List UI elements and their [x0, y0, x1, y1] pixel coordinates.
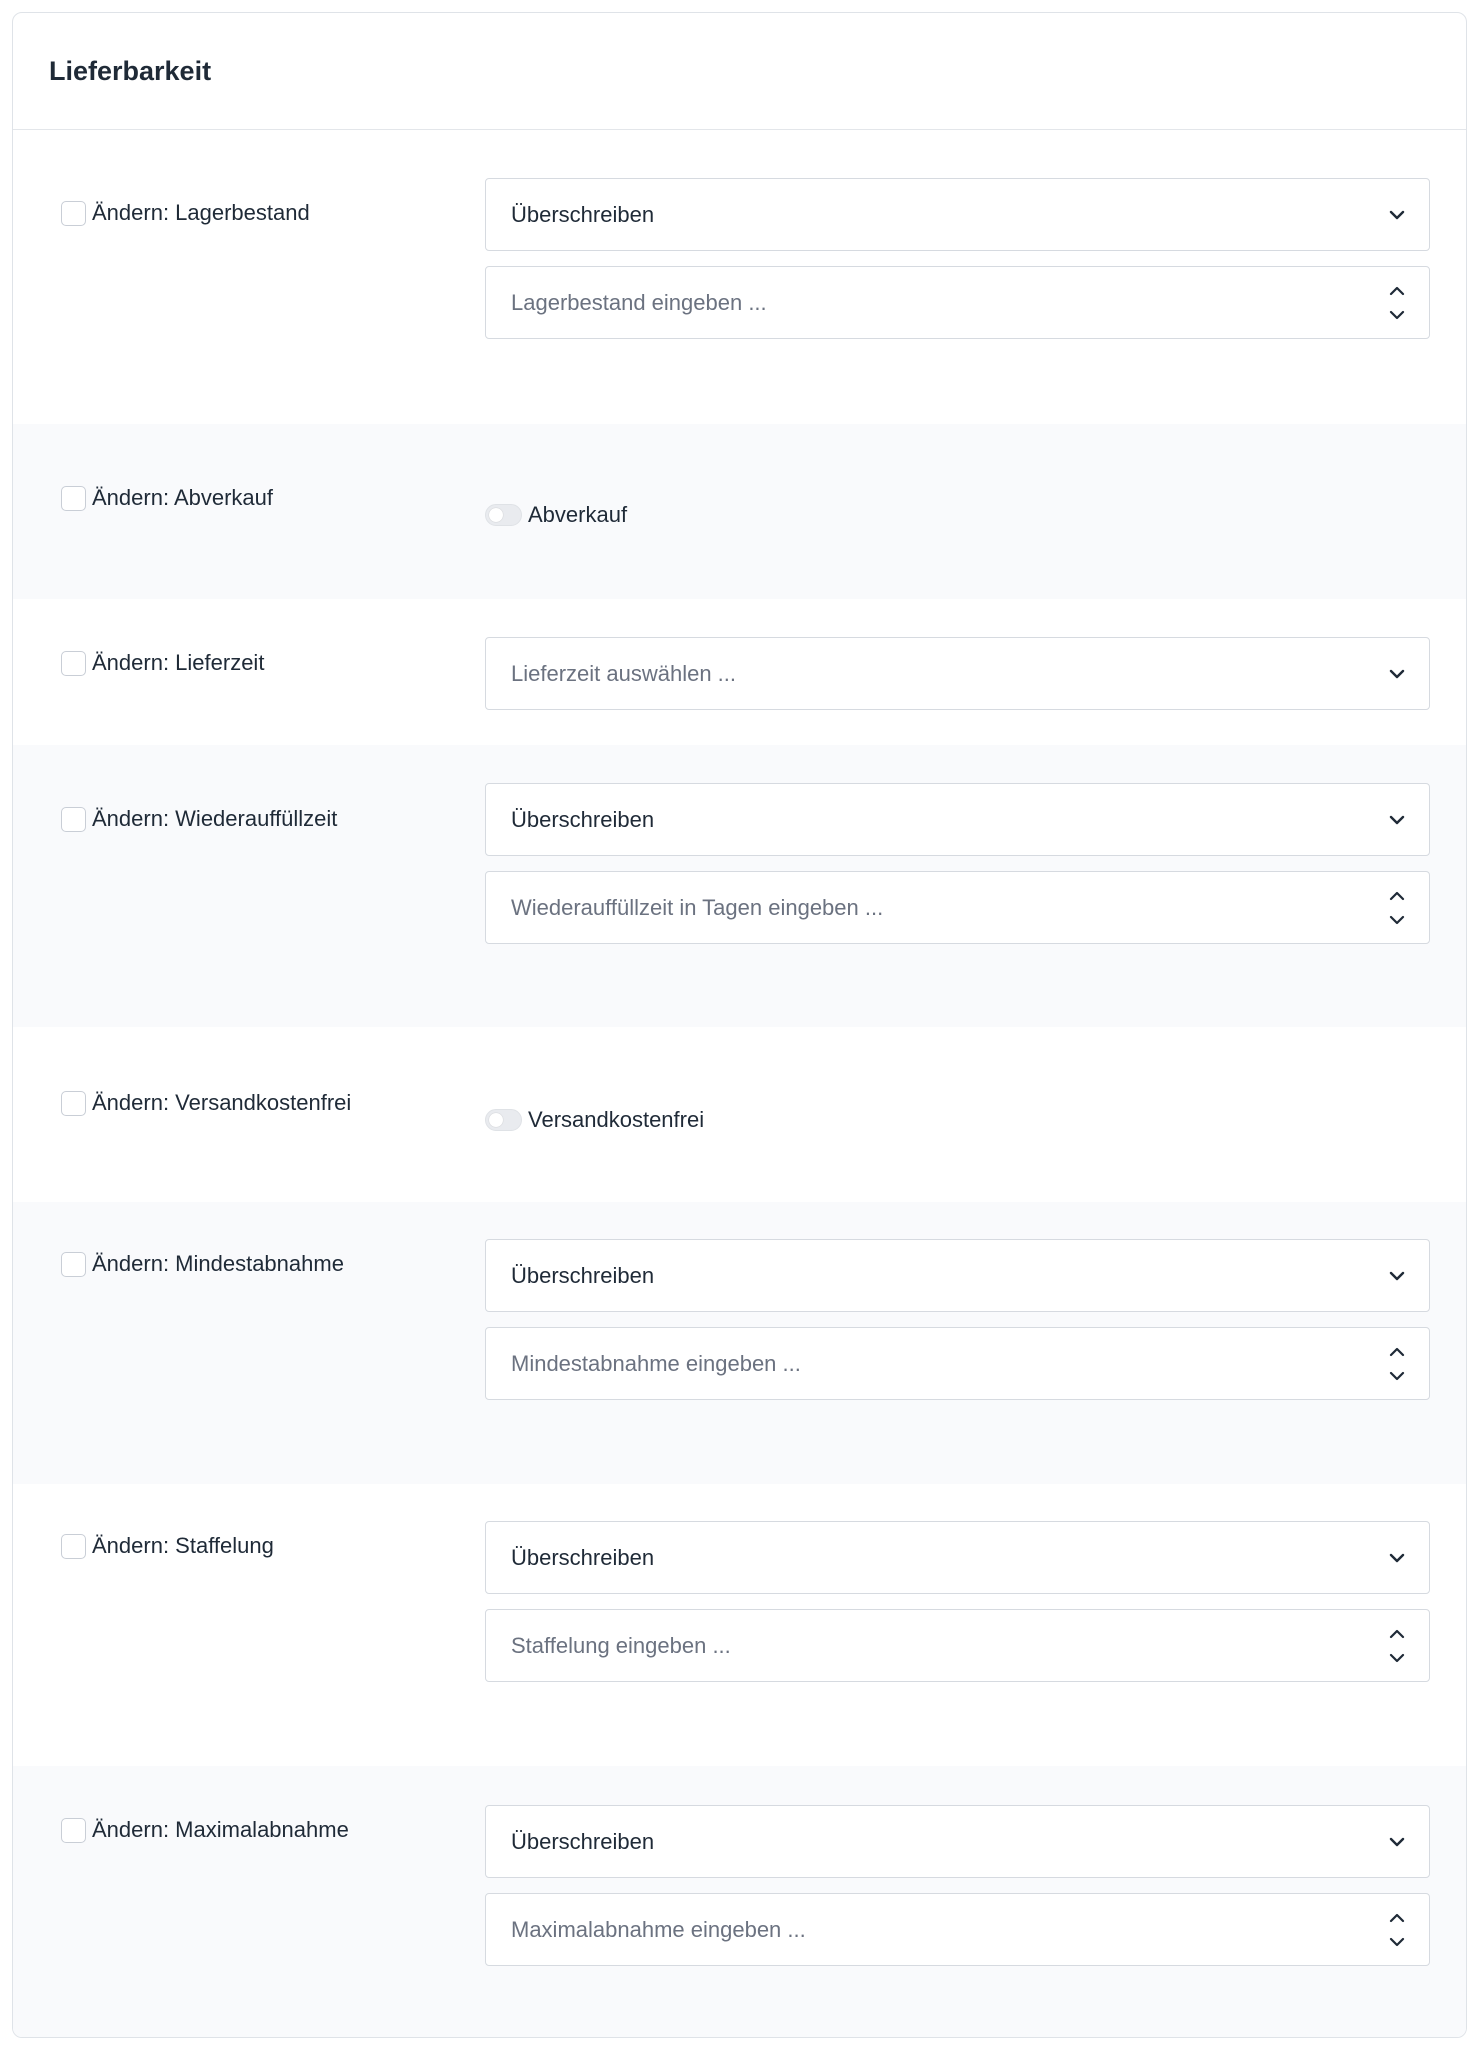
stock-mode-select[interactable]: Überschreiben — [485, 178, 1430, 251]
graduation-placeholder: Staffelung eingeben ... — [511, 1632, 731, 1658]
min-purchase-placeholder: Mindestabnahme eingeben ... — [511, 1350, 801, 1376]
change-stock-checkbox[interactable] — [61, 200, 86, 226]
delivery-time-select[interactable]: Lieferzeit auswählen ... — [485, 637, 1430, 710]
clearance-switch-label: Abverkauf — [528, 502, 628, 527]
restock-time-mode-value: Überschreiben — [511, 806, 655, 832]
row-maximalabnahme: Ändern: Maximalabnahme Überschreiben Max… — [13, 1766, 1466, 2037]
change-delivery-time-toggle[interactable]: Ändern: Lieferzeit — [61, 649, 264, 677]
restock-time-mode-select[interactable]: Überschreiben — [485, 783, 1430, 856]
row-lagerbestand: Ändern: Lagerbestand Überschreiben Lager… — [13, 131, 1466, 424]
row-abverkauf: Ändern: Abverkauf Abverkauf — [13, 424, 1466, 599]
card-title: Lieferbarkeit — [49, 56, 212, 86]
max-purchase-mode-select[interactable]: Überschreiben — [485, 1805, 1430, 1878]
stepper-arrows-icon[interactable] — [1385, 1620, 1409, 1672]
card-header: Lieferbarkeit — [13, 13, 1466, 130]
change-max-purchase-label: Ändern: Maximalabnahme — [92, 1817, 349, 1842]
row-versandkostenfrei: Ändern: Versandkostenfrei Versandkostenf… — [13, 1027, 1466, 1202]
change-restock-time-toggle[interactable]: Ändern: Wiederauffüllzeit — [61, 805, 337, 833]
stepper-arrows-icon[interactable] — [1385, 882, 1409, 934]
chevron-down-icon — [1389, 1553, 1405, 1562]
change-stock-label: Ändern: Lagerbestand — [92, 200, 310, 225]
clearance-switch-wrap[interactable]: Abverkauf — [485, 501, 627, 529]
change-graduation-label: Ändern: Staffelung — [92, 1533, 274, 1558]
change-graduation-checkbox[interactable] — [61, 1533, 86, 1559]
change-free-shipping-checkbox[interactable] — [61, 1090, 86, 1116]
min-purchase-mode-value: Überschreiben — [511, 1262, 655, 1288]
row-lieferzeit: Ändern: Lieferzeit Lieferzeit auswählen … — [13, 599, 1466, 745]
change-delivery-time-checkbox[interactable] — [61, 650, 86, 676]
clearance-switch[interactable] — [485, 504, 522, 526]
row-mindestabnahme: Ändern: Mindestabnahme Überschreiben Min… — [13, 1202, 1466, 1484]
graduation-mode-value: Überschreiben — [511, 1544, 655, 1570]
stock-mode-value: Überschreiben — [511, 201, 655, 227]
change-delivery-time-label: Ändern: Lieferzeit — [92, 650, 265, 675]
chevron-down-icon — [1389, 1271, 1405, 1280]
free-shipping-switch-wrap[interactable]: Versandkostenfrei — [485, 1106, 704, 1134]
stock-input-placeholder: Lagerbestand eingeben ... — [511, 289, 767, 315]
change-max-purchase-checkbox[interactable] — [61, 1817, 86, 1843]
change-max-purchase-toggle[interactable]: Ändern: Maximalabnahme — [61, 1816, 349, 1844]
availability-card: Lieferbarkeit Ändern: Lagerbestand Übers… — [12, 12, 1467, 2038]
switch-knob — [489, 1113, 503, 1127]
change-free-shipping-label: Ändern: Versandkostenfrei — [92, 1090, 352, 1115]
restock-time-input[interactable]: Wiederauffüllzeit in Tagen eingeben ... — [485, 871, 1430, 944]
max-purchase-placeholder: Maximalabnahme eingeben ... — [511, 1916, 806, 1942]
chevron-down-icon — [1389, 669, 1405, 678]
stepper-arrows-icon[interactable] — [1385, 1338, 1409, 1390]
row-wiederauffuellzeit: Ändern: Wiederauffüllzeit Überschreiben … — [13, 745, 1466, 1027]
row-staffelung: Ändern: Staffelung Überschreiben Staffel… — [13, 1484, 1466, 1766]
graduation-input[interactable]: Staffelung eingeben ... — [485, 1609, 1430, 1682]
max-purchase-mode-value: Überschreiben — [511, 1828, 655, 1854]
change-restock-time-label: Ändern: Wiederauffüllzeit — [92, 806, 338, 831]
change-min-purchase-label: Ändern: Mindestabnahme — [92, 1251, 344, 1276]
switch-knob — [489, 508, 503, 522]
stepper-arrows-icon[interactable] — [1385, 1904, 1409, 1956]
free-shipping-switch-label: Versandkostenfrei — [528, 1107, 705, 1132]
change-min-purchase-toggle[interactable]: Ändern: Mindestabnahme — [61, 1250, 344, 1278]
change-clearance-toggle[interactable]: Ändern: Abverkauf — [61, 484, 273, 512]
change-free-shipping-toggle[interactable]: Ändern: Versandkostenfrei — [61, 1089, 351, 1117]
delivery-time-placeholder: Lieferzeit auswählen ... — [511, 660, 737, 686]
chevron-down-icon — [1389, 210, 1405, 219]
change-min-purchase-checkbox[interactable] — [61, 1251, 86, 1277]
change-clearance-checkbox[interactable] — [61, 485, 86, 511]
min-purchase-mode-select[interactable]: Überschreiben — [485, 1239, 1430, 1312]
min-purchase-input[interactable]: Mindestabnahme eingeben ... — [485, 1327, 1430, 1400]
restock-time-placeholder: Wiederauffüllzeit in Tagen eingeben ... — [511, 894, 884, 920]
change-stock-toggle[interactable]: Ändern: Lagerbestand — [61, 199, 310, 227]
change-clearance-label: Ändern: Abverkauf — [92, 485, 274, 510]
stock-input[interactable]: Lagerbestand eingeben ... — [485, 266, 1430, 339]
stepper-arrows-icon[interactable] — [1385, 277, 1409, 329]
change-graduation-toggle[interactable]: Ändern: Staffelung — [61, 1532, 274, 1560]
chevron-down-icon — [1389, 1837, 1405, 1846]
max-purchase-input[interactable]: Maximalabnahme eingeben ... — [485, 1893, 1430, 1966]
chevron-down-icon — [1389, 815, 1405, 824]
graduation-mode-select[interactable]: Überschreiben — [485, 1521, 1430, 1594]
change-restock-time-checkbox[interactable] — [61, 806, 86, 832]
free-shipping-switch[interactable] — [485, 1109, 522, 1131]
